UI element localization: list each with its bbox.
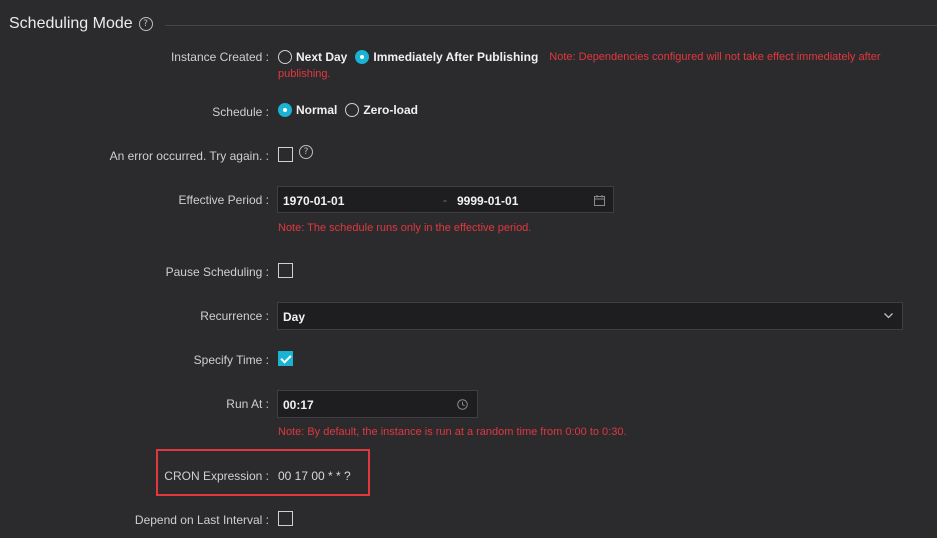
recurrence-select[interactable]: Day <box>277 302 903 330</box>
end-date-value[interactable]: 9999-01-01 <box>457 194 518 208</box>
normal-radio[interactable]: Normal <box>278 103 337 117</box>
pause-scheduling-label: Pause Scheduling : <box>165 265 269 279</box>
next-day-label: Next Day <box>296 50 348 64</box>
instance-created-note: Note: Dependencies configured will not t… <box>549 51 881 63</box>
depend-last-controls <box>278 511 293 526</box>
cron-expression-label: CRON Expression : <box>164 469 269 483</box>
radio-checked-icon[interactable] <box>278 103 292 117</box>
clock-icon[interactable] <box>457 399 468 410</box>
run-at-time-picker[interactable]: 00:17 <box>277 390 478 418</box>
run-at-note: Note: By default, the instance is run at… <box>278 426 627 438</box>
instance-created-options: Next Day Immediately After Publishing No… <box>278 48 880 66</box>
schedule-options: Normal Zero-load <box>278 103 426 117</box>
immediately-after-publishing-radio[interactable]: Immediately After Publishing <box>355 50 538 64</box>
zero-load-label: Zero-load <box>363 103 419 117</box>
instance-created-label: Instance Created : <box>170 50 269 64</box>
effective-period-note: Note: The schedule runs only in the effe… <box>278 222 532 234</box>
calendar-icon[interactable] <box>594 195 605 206</box>
depend-last-interval-label: Depend on Last Interval : <box>134 513 269 527</box>
recurrence-value: Day <box>283 310 306 324</box>
depend-last-interval-checkbox[interactable] <box>278 511 293 526</box>
error-checkbox[interactable] <box>278 147 293 162</box>
effective-period-range-picker[interactable]: 1970-01-01 - 9999-01-01 <box>277 186 614 213</box>
help-icon[interactable]: ? <box>138 17 153 31</box>
radio-icon[interactable] <box>278 50 292 64</box>
pause-controls <box>278 263 293 278</box>
run-at-label: Run At : <box>226 397 269 411</box>
normal-label: Normal <box>296 103 338 117</box>
section-title: Scheduling Mode <box>9 15 133 32</box>
section-header: Scheduling Mode ? <box>9 15 153 33</box>
start-date-value[interactable]: 1970-01-01 <box>283 194 344 208</box>
cron-expression-value: 00 17 00 * * ? <box>278 469 351 483</box>
instance-created-note-continued: publishing. <box>278 68 331 80</box>
specify-time-checkbox[interactable] <box>278 351 293 366</box>
schedule-label: Schedule : <box>212 105 269 119</box>
error-controls: ? <box>278 144 313 162</box>
pause-scheduling-checkbox[interactable] <box>278 263 293 278</box>
error-label: An error occurred. Try again. : <box>109 149 269 163</box>
chevron-down-icon[interactable] <box>884 313 893 319</box>
recurrence-label: Recurrence : <box>200 309 269 323</box>
date-separator: - <box>443 193 447 207</box>
zero-load-radio[interactable]: Zero-load <box>345 103 418 117</box>
help-icon[interactable]: ? <box>299 144 313 159</box>
run-at-value[interactable]: 00:17 <box>283 398 314 412</box>
specify-time-controls <box>278 351 293 366</box>
effective-period-label: Effective Period : <box>178 193 270 207</box>
section-divider <box>165 25 937 26</box>
immediately-after-publishing-label: Immediately After Publishing <box>373 50 539 64</box>
radio-icon[interactable] <box>345 103 360 117</box>
radio-checked-icon[interactable] <box>355 50 370 64</box>
next-day-radio[interactable]: Next Day <box>278 50 347 64</box>
specify-time-label: Specify Time : <box>193 353 269 367</box>
